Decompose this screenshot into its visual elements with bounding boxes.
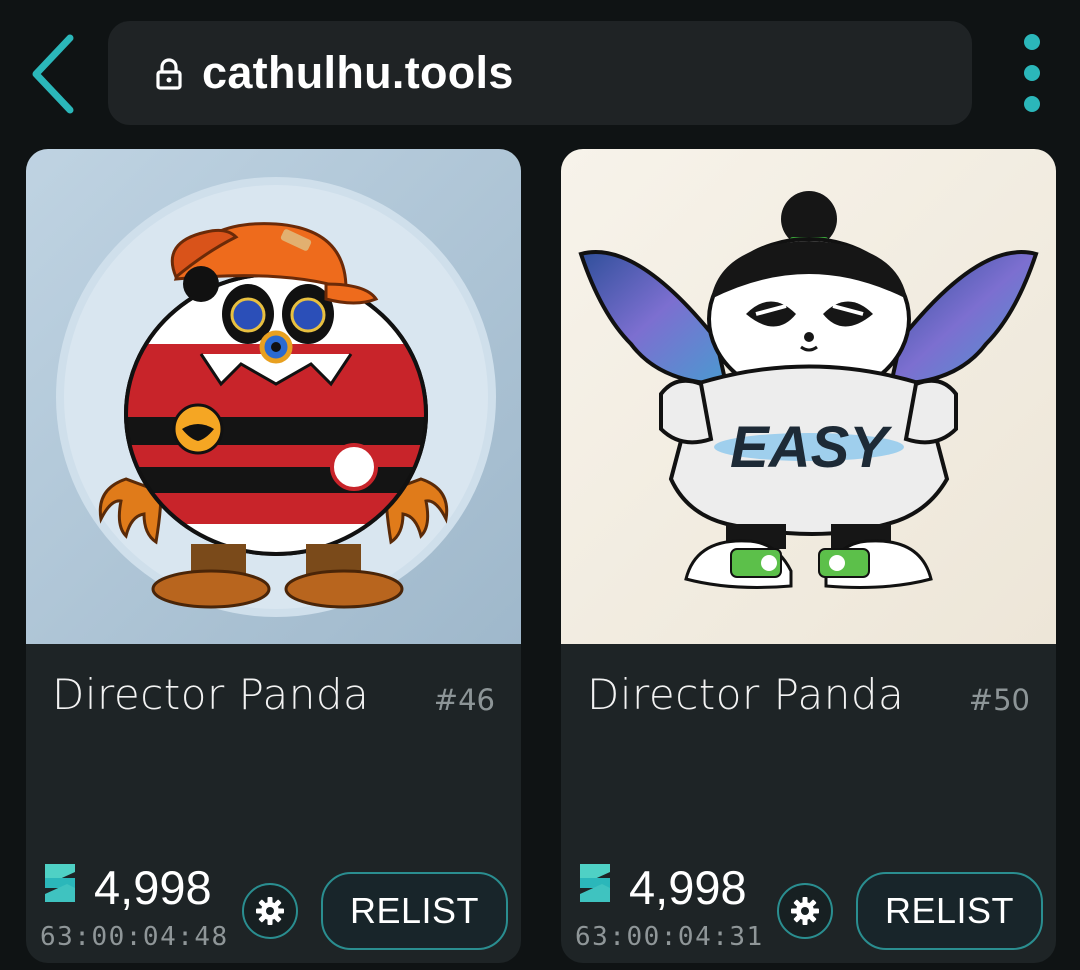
back-button[interactable] <box>18 26 88 122</box>
more-vert-icon-dot <box>1024 96 1040 112</box>
zilliqa-icon <box>580 864 610 902</box>
nft-number: #46 <box>433 683 495 717</box>
nft-card[interactable]: Director Panda #46 4,998 63:00:04:48 REL… <box>26 149 521 963</box>
zilliqa-icon <box>45 864 75 902</box>
nft-name: Director Panda <box>587 670 905 719</box>
gear-icon <box>791 897 819 925</box>
more-vert-icon-dot <box>1024 65 1040 81</box>
relist-button[interactable]: RELIST <box>856 872 1043 950</box>
price-value: 4,998 <box>629 861 747 914</box>
settings-button[interactable] <box>242 883 298 939</box>
address-bar[interactable]: cathulhu.tools <box>108 21 972 125</box>
url-text: cathulhu.tools <box>202 47 514 98</box>
more-menu-button[interactable] <box>1008 34 1056 112</box>
chevron-left-icon <box>32 34 74 114</box>
lock-icon <box>156 56 182 90</box>
price-value: 4,998 <box>94 861 212 914</box>
nft-image[interactable]: EASY <box>561 149 1056 644</box>
countdown-timer: 63:00:04:31 <box>575 922 764 952</box>
relist-button[interactable]: RELIST <box>321 872 508 950</box>
settings-button[interactable] <box>777 883 833 939</box>
browser-toolbar: cathulhu.tools <box>0 0 1080 146</box>
shirt-text: EASY <box>730 415 893 480</box>
gear-icon <box>256 897 284 925</box>
countdown-timer: 63:00:04:48 <box>40 922 229 952</box>
nft-image[interactable] <box>26 149 521 644</box>
nft-number: #50 <box>968 683 1030 717</box>
nft-card[interactable]: EASY Director Panda #50 4,998 63:00:04:3… <box>561 149 1056 963</box>
nft-name: Director Panda <box>52 670 370 719</box>
more-vert-icon <box>1024 34 1040 50</box>
